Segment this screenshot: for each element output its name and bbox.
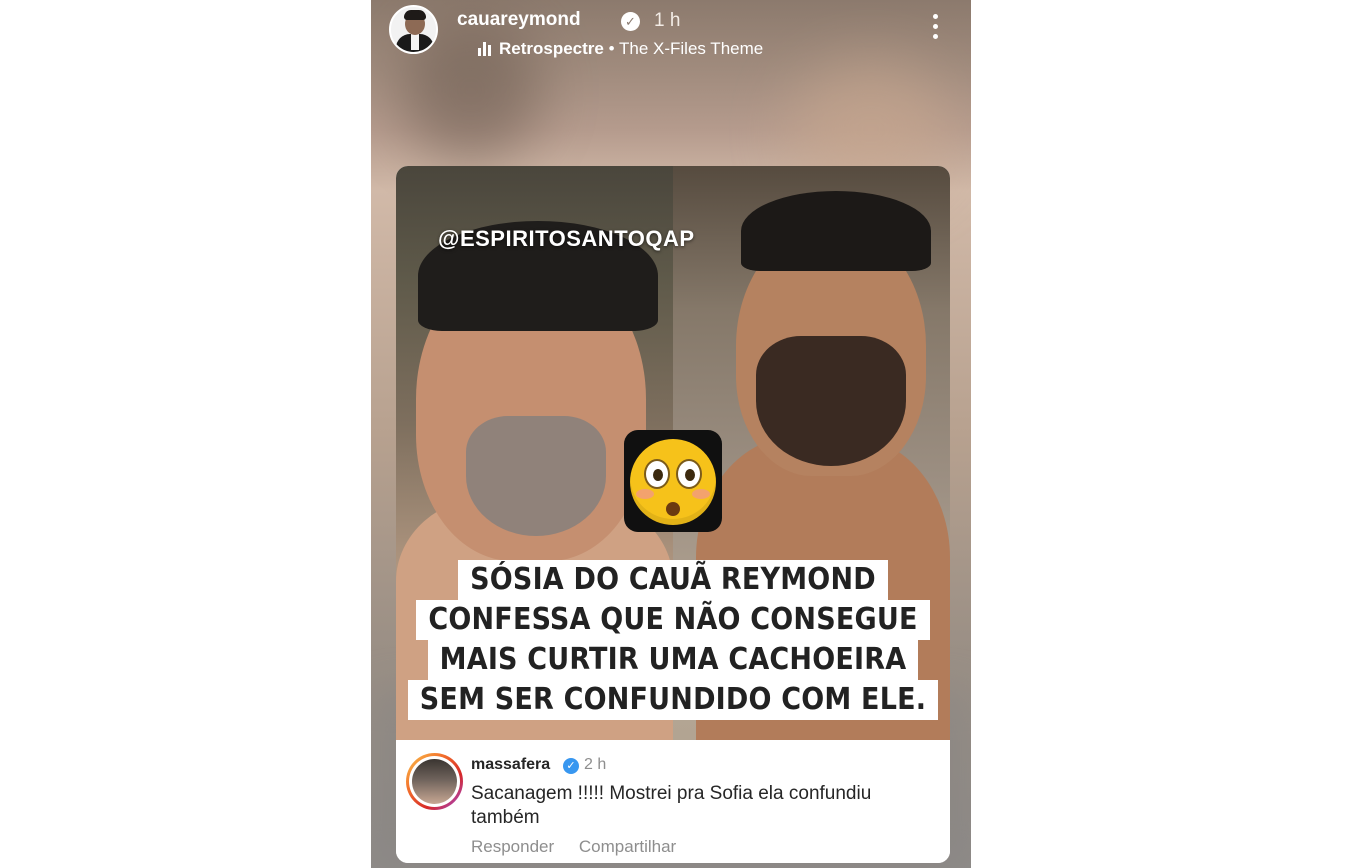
- story-time: 1 h: [654, 10, 681, 31]
- photo-caption: SÓSIA DO CAUÃ REYMOND CONFESSA QUE NÃO C…: [396, 560, 950, 720]
- commenter-username[interactable]: massafera: [471, 756, 550, 774]
- music-label[interactable]: Retrospectre • The X-Files Theme: [499, 39, 763, 59]
- comment: massafera ✓ 2 h Sacanagem !!!!! Mostrei …: [396, 740, 950, 863]
- verified-badge-icon: ✓: [621, 12, 640, 31]
- commenter-avatar[interactable]: [406, 753, 463, 810]
- photo-watermark: @ESPIRITOSANTOQAP: [438, 226, 695, 251]
- music-separator: •: [608, 39, 615, 58]
- profile-avatar[interactable]: [389, 5, 438, 54]
- comment-text: Sacanagem !!!!! Mostrei pra Sofia ela co…: [471, 783, 872, 828]
- music-artist: Retrospectre: [499, 39, 604, 58]
- share-button[interactable]: Compartilhar: [579, 837, 676, 856]
- music-track: The X-Files Theme: [618, 39, 764, 58]
- story-username[interactable]: cauareymond: [457, 9, 581, 31]
- comment-actions: Responder Compartilhar: [471, 837, 696, 857]
- story-header: cauareymond ✓ 1 h Retrospectre • The X-F…: [389, 5, 953, 60]
- music-bars-icon: [478, 42, 494, 56]
- flushed-face-icon: [624, 430, 722, 532]
- caption-line: MAIS CURTIR UMA CACHOEIRA: [427, 640, 919, 680]
- verified-badge-icon: ✓: [563, 758, 579, 774]
- caption-line: SEM SER CONFUNDIDO COM ELE.: [407, 680, 939, 720]
- post-photo: @ESPIRITOSANTOQAP SÓSIA DO CAUÃ REYMOND …: [396, 166, 950, 740]
- caption-line: SÓSIA DO CAUÃ REYMOND: [458, 560, 888, 600]
- reply-button[interactable]: Responder: [471, 837, 554, 856]
- story-viewer: cauareymond ✓ 1 h Retrospectre • The X-F…: [371, 0, 971, 868]
- caption-line: CONFESSA QUE NÃO CONSEGUE: [416, 600, 930, 640]
- more-options-icon[interactable]: [933, 14, 939, 42]
- shared-post-card[interactable]: @ESPIRITOSANTOQAP SÓSIA DO CAUÃ REYMOND …: [396, 166, 950, 863]
- comment-time: 2 h: [584, 756, 607, 773]
